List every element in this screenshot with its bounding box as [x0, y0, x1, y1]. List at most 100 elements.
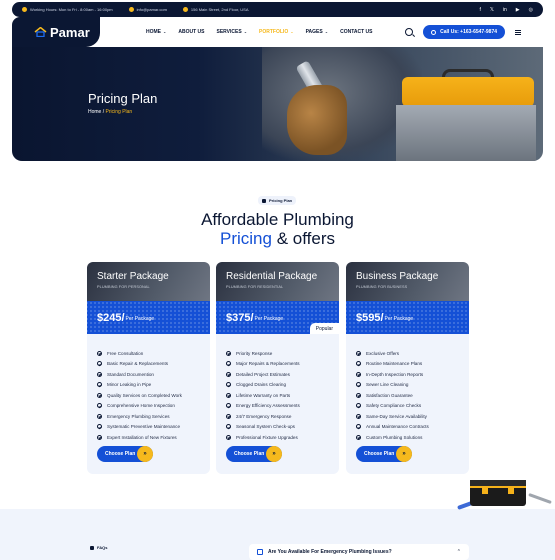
pricing-card-business: Business Package PLUMBING FOR BUSINESS $… [346, 262, 469, 474]
toolbox-decoration [470, 480, 526, 506]
breadcrumb-current: Pricing Plan [105, 109, 133, 115]
section-tag-label: Pricing Plan [269, 198, 293, 203]
feature-list: Exclusive Offers Routine Maintenance Pla… [346, 334, 469, 443]
list-item: Annual Maintenance Contracts [356, 422, 459, 433]
feature-text: Standard Documention [107, 371, 154, 377]
check-circle-icon [356, 361, 361, 367]
feature-text: Priority Response [236, 350, 273, 356]
check-circle-icon [356, 403, 361, 409]
check-circle-icon [226, 392, 231, 398]
search-icon[interactable] [405, 28, 414, 36]
check-circle-icon [97, 403, 102, 409]
check-circle-icon [356, 392, 361, 398]
email-info[interactable]: info@pamar.com [128, 7, 167, 12]
feature-text: 24/7 Emergency Response [236, 413, 292, 419]
working-hours: Working Hours: Mon to Fri - 8:00am - 16:… [22, 7, 113, 12]
check-circle-icon [356, 434, 361, 440]
price-band: $245/Per Package [87, 301, 210, 334]
choose-plan-button[interactable]: Choose Plan» [97, 446, 153, 462]
faq-tag: FAQs [90, 545, 107, 550]
plan-subtitle: PLUMBING FOR BUSINESS [356, 285, 408, 289]
x-icon[interactable]: 𝕏 [490, 7, 494, 13]
check-circle-icon [97, 382, 102, 388]
choose-plan-button[interactable]: Choose Plan» [226, 446, 282, 462]
hamburger-menu-icon[interactable] [515, 29, 521, 35]
feature-text: Professional Fixture Upgrades [236, 434, 298, 440]
feature-text: Basic Repair & Replacements [107, 361, 169, 367]
section-heading-line1: Affordable Plumbing [201, 210, 354, 229]
nav-pages-label[interactable]: PAGES [306, 29, 323, 35]
breadcrumb: Home / Pricing Plan [88, 109, 132, 115]
nav-home-label[interactable]: HOME [146, 29, 161, 35]
faq-question[interactable]: Are You Available For Emergency Plumbing… [268, 549, 392, 555]
check-circle-icon [97, 424, 102, 430]
call-us-button[interactable]: Call Us: +163-6547-9874 [423, 25, 505, 39]
list-item: Energy Efficiency Assessments [226, 401, 329, 412]
feature-text: Annual Maintenance Contracts [366, 424, 429, 430]
check-circle-icon [226, 403, 231, 409]
location-icon [182, 7, 188, 12]
list-item: Custom Plumbing Solutions [356, 432, 459, 443]
question-icon [257, 549, 263, 555]
tag-icon [262, 198, 266, 203]
nav-services-label[interactable]: SERVICES [216, 29, 241, 35]
top-info-bar: Working Hours: Mon to Fri - 8:00am - 16:… [12, 2, 543, 17]
linkedin-icon[interactable]: in [503, 7, 507, 13]
nav-portfolio-label[interactable]: PORTFOLIO [259, 29, 288, 35]
hero-image-toolbox-lid [402, 77, 534, 107]
feature-text: Energy Efficiency Assessments [236, 403, 300, 409]
check-circle-icon [226, 361, 231, 367]
facebook-icon[interactable]: f [479, 7, 480, 13]
breadcrumb-home[interactable]: Home [88, 109, 101, 115]
price-band: $595/Per Package [346, 301, 469, 334]
phone-icon [431, 29, 437, 35]
page-title: Pricing Plan [88, 91, 158, 106]
nav-services[interactable]: SERVICES ⌄ [216, 29, 247, 35]
house-logo-icon [34, 27, 47, 37]
heading-highlight: Pricing [220, 229, 272, 248]
plan-price-period: Per Package [384, 316, 414, 322]
nav-home[interactable]: HOME ⌄ [146, 29, 166, 35]
chevron-down-icon: ⌄ [243, 29, 248, 34]
list-item: Systematic Preventive Maintenance [97, 422, 200, 433]
mail-icon [128, 7, 134, 12]
check-circle-icon [226, 350, 231, 356]
faq-accordion-item[interactable]: Are You Available For Emergency Plumbing… [249, 544, 469, 560]
list-item: Lifetime Warranty on Parts [226, 390, 329, 401]
instagram-icon[interactable]: ◎ [529, 7, 533, 13]
plan-title: Business Package [356, 271, 439, 282]
nav-contact[interactable]: CONTACT US [340, 29, 372, 35]
check-circle-icon [226, 424, 231, 430]
logo-text: Pamar [50, 24, 90, 40]
list-item: Sewer Line Cleaning [356, 380, 459, 391]
feature-text: Exclusive Offers [366, 350, 400, 356]
social-links: f 𝕏 in ▶ ◎ [479, 7, 533, 13]
plan-subtitle: PLUMBING FOR RESIDENTIAL [226, 285, 284, 289]
plan-price-period: Per Package [125, 316, 155, 322]
check-circle-icon [356, 424, 361, 430]
nav-portfolio[interactable]: PORTFOLIO ⌄ [259, 29, 294, 35]
check-circle-icon [226, 413, 231, 419]
check-circle-icon [97, 434, 102, 440]
email-text[interactable]: info@pamar.com [137, 7, 167, 12]
list-item: Satisfaction Guarantee [356, 390, 459, 401]
list-item: Minor Leaking in Pipe [97, 380, 200, 391]
feature-text: Free Consultation [107, 350, 144, 356]
list-item: Major Repairs & Replacements [226, 359, 329, 370]
nav-actions: Call Us: +163-6547-9874 [405, 25, 521, 39]
check-circle-icon [97, 361, 102, 367]
list-item: 24/7 Emergency Response [226, 411, 329, 422]
list-item: Seasonal System Check-ups [226, 422, 329, 433]
youtube-icon[interactable]: ▶ [516, 7, 520, 13]
logo[interactable]: Pamar [12, 17, 100, 47]
nav-pages[interactable]: PAGES ⌄ [306, 29, 329, 35]
chevron-up-icon[interactable]: ⌃ [457, 549, 461, 555]
plan-price-period: Per Package [254, 316, 284, 322]
list-item: Exclusive Offers [356, 348, 459, 359]
page-hero-banner: Pricing Plan Home / Pricing Plan [12, 47, 543, 161]
check-circle-icon [97, 413, 102, 419]
nav-about[interactable]: ABOUT US [178, 29, 204, 35]
pricing-card-starter: Starter Package PLUMBING FOR PERSONAL $2… [87, 262, 210, 474]
choose-plan-button[interactable]: Choose Plan» [356, 446, 412, 462]
plan-price: $375/ [226, 311, 254, 324]
